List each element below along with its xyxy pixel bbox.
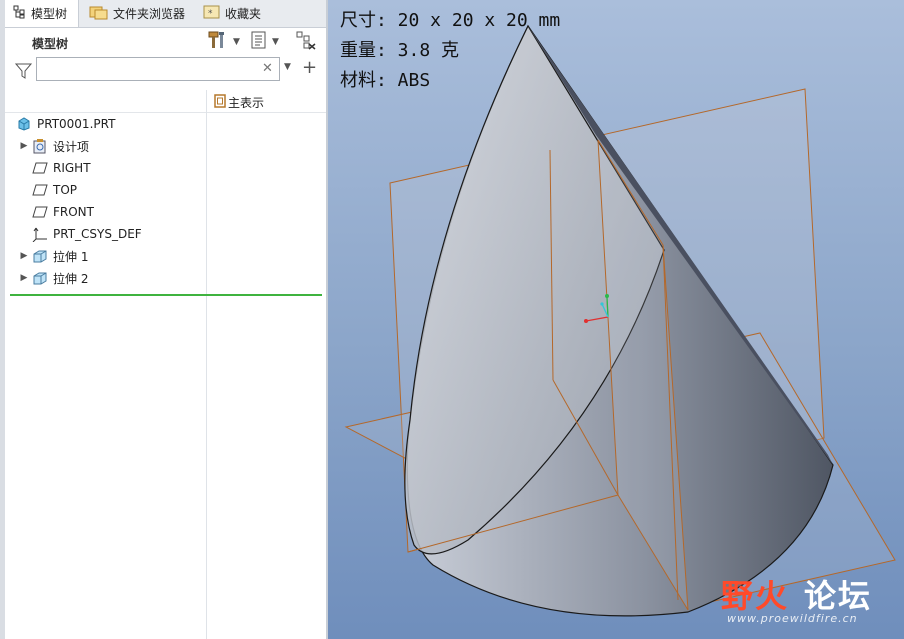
property-size: 尺寸: 20 x 20 x 20 mm: [340, 10, 561, 31]
chevron-down-icon: ▼: [233, 37, 240, 47]
column-divider[interactable]: [206, 90, 207, 639]
forum-watermark: 野火 论坛 www.proewildfire.cn: [721, 571, 901, 631]
expand-arrow-icon[interactable]: ▶: [17, 251, 31, 261]
tree-item-label: PRT0001.PRT: [37, 117, 116, 131]
tree-settings-button[interactable]: ▼: [207, 30, 240, 54]
tree-item-label: 设计项: [53, 139, 90, 154]
chevron-down-icon: ▼: [272, 37, 279, 47]
tree-item-design-items[interactable]: ▶ 设计项: [5, 135, 205, 157]
tree-header: 模型树 ▼ ▼: [5, 28, 328, 56]
tree-item-front-plane[interactable]: FRONT: [5, 201, 205, 223]
tree-item-label: FRONT: [53, 205, 94, 219]
svg-text:*: *: [208, 9, 213, 19]
tree-item-label: 拉伸 2: [53, 271, 89, 286]
tree-show-button[interactable]: ▼: [250, 30, 279, 54]
filter-row: ✕ ▼ +: [5, 56, 328, 86]
tree-item-extrude-2[interactable]: ▶ 拉伸 2: [5, 267, 205, 289]
tab-folder-browser[interactable]: 文件夹浏览器: [85, 0, 185, 27]
part-icon: [15, 117, 33, 131]
datum-plane-icon: [31, 205, 49, 219]
tab-label: 模型树: [31, 7, 68, 21]
tab-label: 文件夹浏览器: [113, 7, 186, 21]
watermark-text: 论坛: [804, 577, 873, 615]
representation-icon: [214, 94, 226, 111]
property-weight: 重量: 3.8 克: [340, 40, 460, 61]
tree-item-label: RIGHT: [53, 161, 91, 175]
tree-item-top-plane[interactable]: TOP: [5, 179, 205, 201]
tree-item-part[interactable]: PRT0001.PRT: [5, 113, 205, 135]
tab-model-tree[interactable]: 模型树: [5, 0, 79, 27]
column-label: 主表示: [228, 96, 265, 110]
search-input[interactable]: [36, 57, 280, 81]
tree-title: 模型树: [32, 37, 69, 51]
extrude-icon: [31, 271, 49, 285]
insert-here-marker[interactable]: [10, 294, 322, 296]
add-icon[interactable]: +: [302, 57, 317, 78]
tree-item-csys[interactable]: PRT_CSYS_DEF: [5, 223, 205, 245]
model-tree-icon: [13, 5, 27, 22]
folder-icon: [89, 4, 109, 23]
tree-column-header: 主表示: [5, 90, 328, 113]
extrude-icon: [31, 249, 49, 263]
tab-label: 收藏夹: [225, 7, 262, 21]
tree-filter-icon: [295, 30, 317, 54]
tree-item-extrude-1[interactable]: ▶ 拉伸 1: [5, 245, 205, 267]
datum-plane-icon: [31, 183, 49, 197]
tree-filters-button[interactable]: [295, 30, 317, 54]
graphics-viewport[interactable]: 尺寸: 20 x 20 x 20 mm 重量: 3.8 克 材料: ABS 野火…: [328, 0, 904, 639]
property-material: 材料: ABS: [340, 70, 431, 91]
favorites-icon: *: [203, 5, 221, 22]
chevron-down-icon[interactable]: ▼: [284, 62, 291, 72]
datum-plane-icon: [31, 161, 49, 175]
tree-item-label: 拉伸 1: [53, 249, 89, 264]
model-properties-overlay: 尺寸: 20 x 20 x 20 mm 重量: 3.8 克 材料: ABS: [340, 6, 560, 96]
coordinate-system-icon: [31, 227, 49, 242]
tree-item-label: TOP: [53, 183, 78, 197]
design-items-icon: [31, 139, 49, 154]
tree-item-right-plane[interactable]: RIGHT: [5, 157, 205, 179]
navigator-tabs: 模型树 文件夹浏览器 * 收藏夹: [5, 0, 328, 28]
watermark-url: www.proewildfire.cn: [727, 612, 858, 625]
document-list-icon: [250, 30, 268, 54]
tree-item-label: PRT_CSYS_DEF: [53, 227, 142, 241]
close-icon[interactable]: ✕: [262, 61, 273, 76]
expand-arrow-icon[interactable]: ▶: [17, 141, 31, 151]
expand-arrow-icon[interactable]: ▶: [17, 273, 31, 283]
tools-icon: [207, 30, 229, 54]
tab-favorites[interactable]: * 收藏夹: [199, 0, 261, 27]
column-main-representation[interactable]: 主表示: [214, 94, 264, 111]
watermark-text: 野火: [721, 577, 790, 615]
model-tree-panel: 模型树 文件夹浏览器 * 收藏夹 模型树 ▼ ▼ ✕ ▼ + 主表示 PRT00…: [0, 0, 328, 639]
funnel-icon[interactable]: [14, 62, 33, 84]
